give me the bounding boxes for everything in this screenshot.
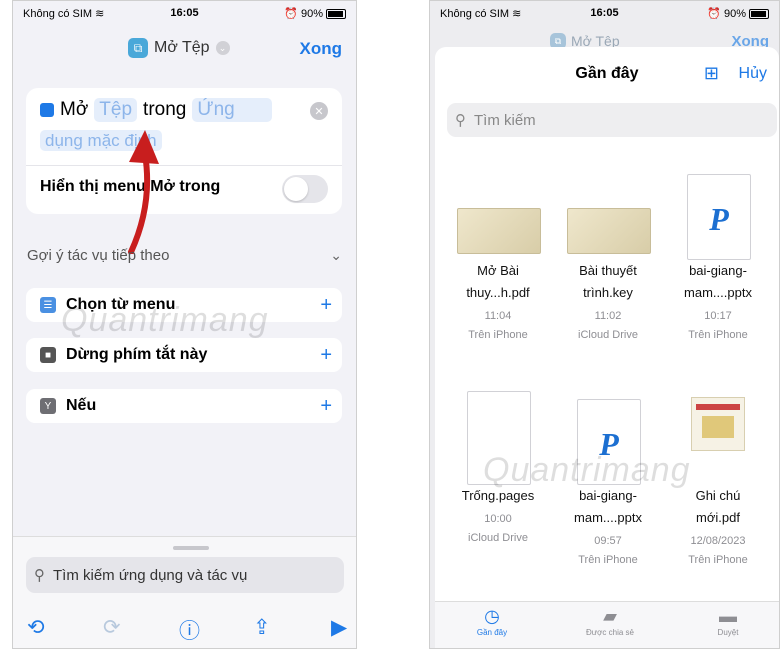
editor-toolbar: ⟲ ⟳ ⓘ ⇪ ▶ [13,615,356,645]
watermark: Quantrimang [61,301,269,339]
file-thumbnail [457,208,541,254]
open-action-icon [40,103,54,117]
note-pdf-thumbnail [691,397,745,451]
red-arrow-annotation [128,130,159,254]
sheet-grabber[interactable] [173,546,209,550]
battery-icon [326,8,346,19]
alarm-icon: ⏰ [707,8,721,20]
file-item[interactable]: Bài thuyết trình.key 11:02 iCloud Drive [553,165,663,342]
shortcut-title-button[interactable]: ⧉ Mở Tệp ⌄ [128,38,230,58]
divider [26,165,342,166]
redo-icon[interactable]: ⟳ [103,615,121,640]
nav-header: ⧉ Mở Tệp ⌄ Xong [13,31,356,65]
alarm-icon: ⏰ [284,8,298,20]
action-in-word: trong [143,99,187,120]
suggestion-if[interactable]: Y Nếu + [26,389,342,423]
info-icon[interactable]: ⓘ [179,615,200,645]
show-open-in-menu-toggle[interactable] [282,175,328,203]
shared-folder-icon: ▰ [603,606,617,626]
menu-icon: ☰ [40,297,56,313]
action-sentence: Mở Tệp trong Ứng [40,98,273,122]
if-icon: Y [40,398,56,414]
stop-icon: ■ [40,347,56,363]
status-bar: Không có SIM ≋ 16:05 ⏰ 90% [430,1,779,23]
add-icon[interactable]: + [320,395,332,418]
undo-icon[interactable]: ⟲ [27,615,45,640]
play-icon[interactable]: ▶ [331,615,347,640]
open-file-action-card: Mở Tệp trong Ứng ✕ dụng mặc định Hiển th… [26,88,342,214]
clock-icon: ◷ [484,606,500,626]
battery-icon [749,8,769,19]
file-token[interactable]: Tệp [94,98,138,122]
add-icon[interactable]: + [320,344,332,367]
remove-action-icon[interactable]: ✕ [310,102,328,120]
app-token[interactable]: Ứng [192,98,273,122]
share-icon[interactable]: ⇪ [253,615,271,640]
file-picker-screen: Không có SIM ≋ 16:05 ⏰ 90% ⧉ Mở Tệp Xong… [429,0,780,649]
sheet-title: Gần đây [575,65,639,82]
done-button[interactable]: Xong [300,39,343,59]
shortcut-editor-screen: Không có SIM ≋ 16:05 ⏰ 90% ⧉ Mở Tệp ⌄ Xo… [12,0,357,649]
file-item[interactable]: Mở Bài thuy...h.pdf 11:04 Trên iPhone [443,165,553,342]
files-search-field[interactable]: ⚲ [447,103,777,137]
tab-browse[interactable]: ▬ Duyệt [683,606,773,637]
action-search-input[interactable] [51,565,335,585]
shortcut-stack-icon: ⧉ [128,38,148,58]
battery-indicator: ⏰ 90% [284,7,346,20]
tab-shared[interactable]: ▰ Được chia sẻ [565,606,655,637]
cancel-button[interactable]: Hủy [739,65,767,83]
suggestion-stop-shortcut[interactable]: ■ Dừng phím tắt này + [26,338,342,372]
battery-indicator: ⏰ 90% [707,7,769,20]
grid-view-icon[interactable]: ⊞ [704,63,719,84]
recents-sheet: Gần đây ⊞ Hủy ⚲ Mở Bài thuy...h.pdf 11:0… [435,47,779,648]
add-icon[interactable]: + [320,294,332,317]
file-item[interactable]: P bai-giang- mam....pptx 10:17 Trên iPho… [663,165,773,342]
files-tab-bar: ◷ Gần đây ▰ Được chia sẻ ▬ Duyệt [435,601,779,648]
file-thumbnail [567,208,651,254]
pptx-file-icon: P [687,174,751,260]
search-icon: ⚲ [455,112,466,129]
tab-recents[interactable]: ◷ Gần đây [447,606,537,637]
folder-icon: ▬ [719,606,737,626]
watermark: Quantrimang [483,451,691,489]
action-verb: Mở [60,99,89,120]
suggestions-heading: Gợi ý tác vụ tiếp theo [27,247,170,264]
action-search-sheet: ⚲ ⟲ ⟳ ⓘ ⇪ ▶ [13,536,356,648]
files-search-input[interactable] [472,110,766,130]
chevron-down-icon[interactable]: ⌄ [330,247,342,264]
search-icon: ⚲ [34,567,45,584]
status-bar: Không có SIM ≋ 16:05 ⏰ 90% [13,1,356,23]
chevron-down-icon: ⌄ [215,41,230,55]
action-search-field[interactable]: ⚲ [26,557,344,593]
